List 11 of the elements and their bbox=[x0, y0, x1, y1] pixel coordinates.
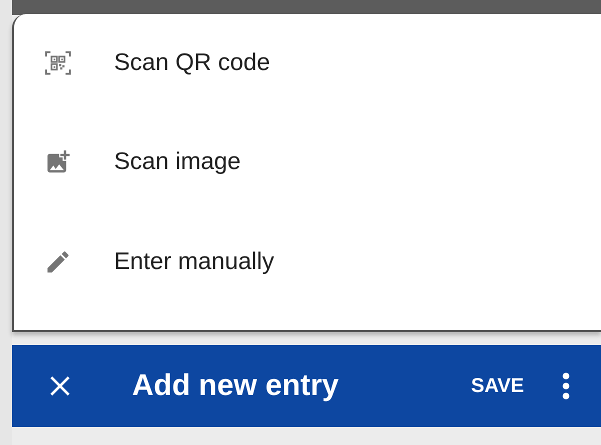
toolbar-title: Add new entry bbox=[132, 369, 340, 403]
menu-item[interactable]: Enter manually bbox=[14, 212, 601, 312]
more-icon bbox=[562, 372, 570, 400]
more-button[interactable] bbox=[562, 372, 570, 400]
menu-item-label: Scan QR code bbox=[114, 49, 270, 77]
menu-item-label: Scan image bbox=[114, 148, 241, 176]
qr-code-icon bbox=[44, 50, 72, 76]
menu-item[interactable]: Scan image bbox=[14, 112, 601, 212]
menu-item[interactable]: Scan QR code bbox=[14, 14, 601, 112]
menu-item-label: Enter manually bbox=[114, 248, 274, 276]
save-button[interactable]: SAVE bbox=[471, 374, 524, 398]
